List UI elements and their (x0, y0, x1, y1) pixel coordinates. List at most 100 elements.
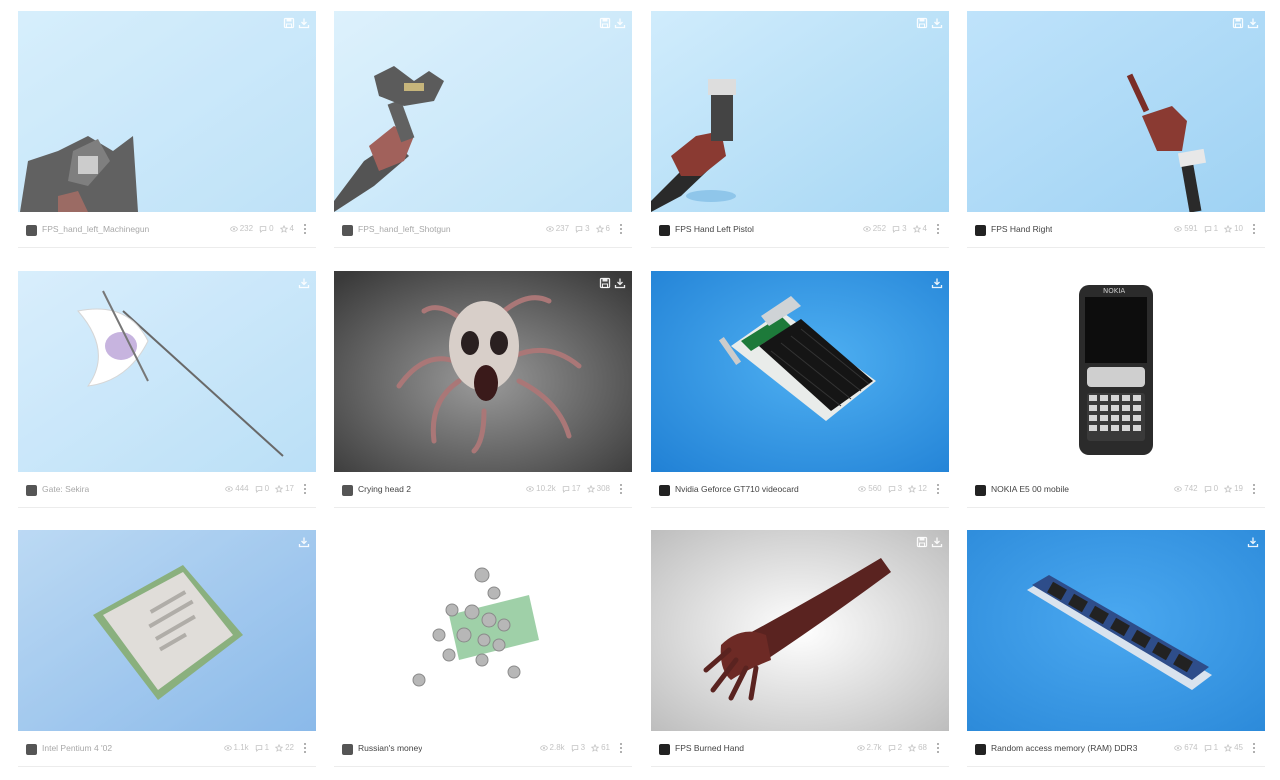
save-icon[interactable] (599, 17, 611, 29)
avatar[interactable] (975, 744, 986, 755)
download-icon[interactable] (931, 17, 943, 29)
save-icon[interactable] (599, 277, 611, 289)
more-options-icon[interactable] (618, 482, 624, 496)
likes-count: 6 (605, 224, 610, 233)
views-stat: 2.8k (539, 743, 565, 752)
avatar[interactable] (975, 485, 986, 496)
model-thumbnail[interactable] (18, 11, 316, 212)
comments-count: 1 (1213, 224, 1219, 233)
comments-stat: 2 (888, 743, 902, 752)
model-thumbnail[interactable] (18, 530, 316, 731)
avatar[interactable] (342, 485, 353, 496)
model-title[interactable]: Russian's money (358, 743, 422, 753)
model-title[interactable]: Gate: Sekira (42, 484, 89, 494)
model-thumbnail[interactable] (967, 11, 1265, 212)
download-icon[interactable] (298, 277, 310, 289)
views-stat: 2.7k (856, 743, 882, 752)
download-icon[interactable] (614, 277, 626, 289)
download-icon[interactable] (298, 17, 310, 29)
model-title[interactable]: Random access memory (RAM) DDR3 (991, 743, 1137, 753)
model-card: Random access memory (RAM) DDR3 674 1 45 (967, 530, 1265, 767)
likes-stat: 68 (908, 743, 927, 752)
views-count: 742 (1184, 484, 1198, 493)
views-icon (229, 225, 238, 233)
save-icon[interactable] (916, 17, 928, 29)
likes-stat: 12 (908, 484, 927, 493)
views-stat: 742 (1174, 484, 1198, 493)
model-card: Intel Pentium 4 '02 1.1k 1 22 (18, 530, 316, 767)
avatar[interactable] (659, 485, 670, 496)
views-stat: 232 (229, 224, 253, 233)
comments-icon (259, 225, 267, 233)
avatar[interactable] (975, 225, 986, 236)
more-options-icon[interactable] (1251, 222, 1257, 236)
like-star-icon (1224, 484, 1233, 493)
views-count: 560 (868, 484, 882, 493)
comments-icon (255, 485, 263, 493)
download-icon[interactable] (1247, 536, 1259, 548)
model-thumbnail[interactable] (334, 530, 632, 731)
save-icon[interactable] (1232, 17, 1244, 29)
more-options-icon[interactable] (1251, 741, 1257, 755)
model-title[interactable]: Intel Pentium 4 '02 (42, 743, 112, 753)
model-title[interactable]: FPS Hand Right (991, 224, 1052, 234)
more-options-icon[interactable] (302, 482, 308, 496)
thumbnail-image (334, 271, 632, 472)
save-icon[interactable] (283, 17, 295, 29)
card-meta: FPS_hand_left_Machinegun 232 0 4 (18, 212, 316, 248)
avatar[interactable] (26, 744, 37, 755)
likes-stat: 61 (591, 743, 610, 752)
avatar[interactable] (659, 225, 670, 236)
avatar[interactable] (659, 744, 670, 755)
avatar[interactable] (342, 744, 353, 755)
model-thumbnail[interactable]: NOKIA (967, 271, 1265, 472)
like-star-icon (908, 484, 917, 493)
model-thumbnail[interactable] (967, 530, 1265, 731)
avatar[interactable] (26, 485, 37, 496)
more-options-icon[interactable] (618, 741, 624, 755)
more-options-icon[interactable] (935, 222, 941, 236)
model-thumbnail[interactable] (651, 530, 949, 731)
model-title[interactable]: Nvidia Geforce GT710 videocard (675, 484, 799, 494)
more-options-icon[interactable] (1251, 482, 1257, 496)
download-icon[interactable] (931, 536, 943, 548)
thumbnail-image (651, 530, 949, 731)
model-thumbnail[interactable] (651, 11, 949, 212)
save-icon[interactable] (916, 536, 928, 548)
download-icon[interactable] (931, 277, 943, 289)
thumb-actions (298, 536, 310, 548)
model-title[interactable]: FPS_hand_left_Machinegun (42, 224, 149, 234)
model-title[interactable]: Crying head 2 (358, 484, 411, 494)
likes-stat: 19 (1224, 484, 1243, 493)
model-card: Russian's money 2.8k 3 61 (334, 530, 632, 767)
avatar[interactable] (26, 225, 37, 236)
model-title[interactable]: FPS Burned Hand (675, 743, 744, 753)
model-title[interactable]: FPS Hand Left Pistol (675, 224, 754, 234)
more-options-icon[interactable] (302, 222, 308, 236)
likes-count: 10 (1234, 224, 1243, 233)
more-options-icon[interactable] (935, 741, 941, 755)
model-thumbnail[interactable] (18, 271, 316, 472)
model-stats: 2.8k 3 61 (539, 743, 610, 752)
model-thumbnail[interactable] (334, 271, 632, 472)
comments-stat: 0 (259, 224, 274, 233)
model-thumbnail[interactable] (651, 271, 949, 472)
model-card: FPS Burned Hand 2.7k 2 68 (651, 530, 949, 767)
model-title[interactable]: NOKIA E5 00 mobile (991, 484, 1069, 494)
avatar[interactable] (342, 225, 353, 236)
more-options-icon[interactable] (935, 482, 941, 496)
more-options-icon[interactable] (618, 222, 624, 236)
download-icon[interactable] (1247, 17, 1259, 29)
views-count: 10.2k (536, 484, 556, 493)
comments-stat: 3 (575, 224, 590, 233)
model-thumbnail[interactable] (334, 11, 632, 212)
model-stats: 10.2k 17 308 (526, 484, 610, 493)
more-options-icon[interactable] (302, 741, 308, 755)
likes-count: 22 (285, 743, 294, 752)
card-meta: Random access memory (RAM) DDR3 674 1 45 (967, 731, 1265, 767)
download-icon[interactable] (298, 536, 310, 548)
thumbnail-image (651, 11, 949, 212)
model-title[interactable]: FPS_hand_left_Shotgun (358, 224, 451, 234)
download-icon[interactable] (614, 17, 626, 29)
comments-icon (888, 485, 896, 493)
